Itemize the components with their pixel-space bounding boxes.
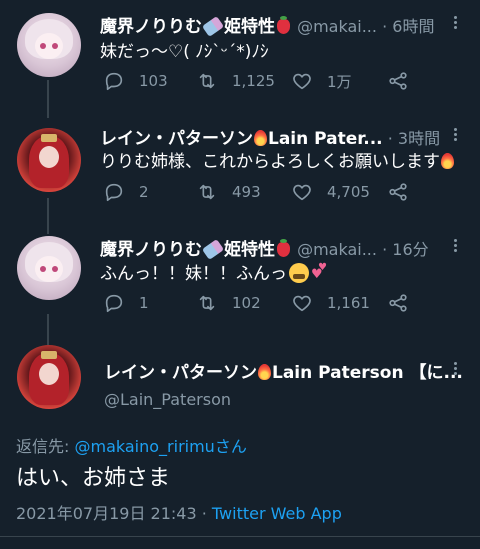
reply-icon	[105, 183, 123, 202]
retweet-button[interactable]: 102	[196, 292, 261, 314]
baby-bottle-icon	[201, 16, 225, 37]
display-name-suffix[interactable]: 姫特性	[224, 240, 275, 260]
two-hearts-icon	[311, 262, 329, 282]
divider	[0, 536, 480, 537]
retweet-count: 102	[232, 294, 261, 312]
reply-button[interactable]: 2	[103, 181, 149, 203]
display-name-suffix[interactable]: 姫特性	[224, 17, 275, 37]
share-icon	[389, 183, 407, 201]
thread-line	[47, 80, 49, 118]
share-button[interactable]	[387, 70, 423, 92]
display-name[interactable]: 魔界ノりりむ	[100, 17, 202, 37]
tweet-text: りりむ姉様、これからよろしくお願いします	[100, 152, 440, 172]
tweet-time[interactable]: 3時間	[398, 129, 440, 148]
more-icon[interactable]	[454, 360, 458, 377]
time-separator: ·	[382, 240, 388, 259]
strawberry-icon	[277, 16, 290, 34]
display-name[interactable]: レイン・パターソン	[100, 129, 253, 149]
reply-prefix: 返信先:	[16, 437, 75, 456]
fire-icon	[441, 153, 454, 169]
like-icon	[293, 73, 311, 90]
avatar[interactable]	[17, 345, 81, 409]
reply-to-link[interactable]: @makaino_ririmu	[74, 437, 214, 456]
more-icon[interactable]	[454, 14, 458, 31]
like-button[interactable]: 1,161	[291, 292, 370, 314]
reply-icon	[105, 294, 123, 313]
reply-count: 1	[139, 294, 149, 312]
thread-line	[47, 314, 49, 346]
retweet-count: 493	[232, 183, 261, 201]
tweet-text: ふんっ！！妹！！ふんっ	[100, 264, 287, 284]
share-button[interactable]	[387, 292, 423, 314]
tweet-actions: 2 493 4,705	[103, 181, 423, 205]
reply-button[interactable]: 103	[103, 70, 168, 92]
time-separator: ·	[387, 129, 393, 148]
reply-button[interactable]: 1	[103, 292, 149, 314]
retweet-icon	[199, 295, 215, 311]
display-name-en[interactable]: Lain Pater...	[268, 129, 383, 149]
reply-icon	[105, 72, 123, 91]
meta-separator: ·	[201, 504, 207, 523]
fire-icon	[258, 364, 271, 380]
tweet-text: 妹だっ〜♡( ﾉｼ`ᵕ´*)ﾉｼ	[100, 42, 269, 62]
tweet-meta: 2021年07月19日 21:43 · Twitter Web App	[16, 500, 342, 524]
tweet-actions: 103 1,125 1万	[103, 70, 423, 94]
face-with-steam-icon	[289, 263, 309, 283]
tweet-source[interactable]: Twitter Web App	[212, 504, 342, 523]
like-count: 1万	[327, 72, 352, 91]
main-tweet-text: はい、お姉さま	[16, 466, 171, 491]
time-separator: ·	[382, 17, 388, 36]
tweet-actions: 1 102 1,161	[103, 292, 423, 316]
retweet-count: 1,125	[232, 72, 275, 90]
tweet-timestamp[interactable]: 2021年07月19日 21:43	[16, 504, 197, 523]
retweet-icon	[199, 73, 215, 89]
like-count: 1,161	[327, 294, 370, 312]
avatar[interactable]	[17, 128, 81, 192]
user-handle[interactable]: @makai...	[297, 17, 377, 36]
reply-suffix: さん	[214, 437, 247, 456]
like-icon	[293, 295, 311, 312]
avatar[interactable]	[17, 236, 81, 300]
tweet-time[interactable]: 16分	[392, 240, 428, 259]
like-icon	[293, 184, 311, 201]
fire-icon	[254, 130, 267, 146]
avatar[interactable]	[17, 13, 81, 77]
like-button[interactable]: 4,705	[291, 181, 370, 203]
baby-bottle-icon	[201, 239, 225, 260]
retweet-icon	[199, 184, 215, 200]
user-handle[interactable]: @makai...	[297, 240, 377, 259]
more-icon[interactable]	[454, 126, 458, 143]
display-name-en[interactable]: Lain Paterson 【に...	[272, 363, 463, 383]
display-name[interactable]: 魔界ノりりむ	[100, 240, 202, 260]
retweet-button[interactable]: 1,125	[196, 70, 275, 92]
more-icon[interactable]	[454, 237, 458, 254]
strawberry-icon	[277, 239, 290, 257]
reply-count: 2	[139, 183, 149, 201]
share-button[interactable]	[387, 181, 423, 203]
reply-count: 103	[139, 72, 168, 90]
share-icon	[389, 294, 407, 312]
user-handle[interactable]: @Lain_Paterson	[104, 390, 231, 409]
retweet-button[interactable]: 493	[196, 181, 261, 203]
thread-line	[47, 198, 49, 234]
reply-context: 返信先: @makaino_ririmuさん	[16, 433, 247, 457]
tweet-time[interactable]: 6時間	[392, 17, 434, 36]
like-count: 4,705	[327, 183, 370, 201]
display-name[interactable]: レイン・パターソン	[104, 363, 257, 383]
share-icon	[389, 72, 407, 90]
like-button[interactable]: 1万	[291, 70, 352, 92]
